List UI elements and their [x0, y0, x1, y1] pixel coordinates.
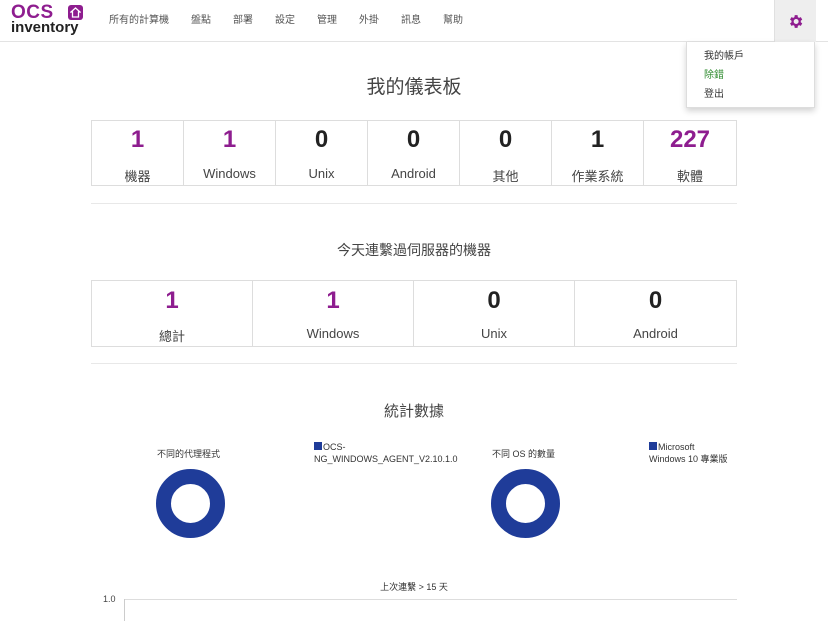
- logo-inventory-text: inventory: [11, 19, 79, 36]
- today-contact-title: 今天連繫過伺服器的機器: [337, 242, 491, 258]
- stat-label: Android: [633, 326, 678, 341]
- os-donut-slice[interactable]: [491, 469, 560, 538]
- legend-entry-cont: NG_WINDOWS_AGENT_V2.10.1.0: [314, 453, 458, 465]
- divider: [91, 363, 737, 364]
- stat-value: 1: [326, 287, 340, 314]
- stat-machines[interactable]: 1 機器: [92, 121, 184, 185]
- stat-value: 227: [669, 126, 711, 153]
- stat-value: 0: [487, 287, 501, 314]
- agents-chart-legend[interactable]: OCS- NG_WINDOWS_AGENT_V2.10.1.0: [314, 441, 458, 465]
- stat-value: 1: [165, 287, 179, 314]
- legend-text-line1: Microsoft: [658, 442, 695, 452]
- nav-configuration[interactable]: 設定: [264, 0, 306, 42]
- statistics-title: 統計數據: [383, 403, 444, 420]
- house-icon: [68, 5, 83, 20]
- y-axis-tick: 1.0: [103, 594, 116, 604]
- ocs-logo[interactable]: OCS inventory: [10, 3, 88, 38]
- stat-value: 0: [406, 126, 421, 153]
- stat-label: 其他: [492, 169, 519, 184]
- dashboard-stats: 1 機器 1 Windows 0 Unix 0 Android 0 其他 1 作…: [91, 120, 737, 186]
- legend-text-line1: OCS-: [323, 442, 346, 452]
- stat-android[interactable]: 0 Android: [368, 121, 460, 185]
- nav-plugins[interactable]: 外掛: [348, 0, 390, 42]
- nav-all-computers[interactable]: 所有的計算機: [98, 0, 180, 42]
- legend-text-line2: NG_WINDOWS_AGENT_V2.10.1.0: [314, 454, 458, 464]
- agents-donut-slice[interactable]: [156, 469, 225, 538]
- stat-other[interactable]: 0 其他: [460, 121, 552, 185]
- stat-value: 1: [590, 126, 605, 153]
- stat-label: 作業系統: [571, 169, 624, 184]
- stat-label: Unix: [480, 326, 507, 341]
- last-contact-title: 上次連繫 > 15 天: [380, 582, 448, 592]
- nav-inventory[interactable]: 盤點: [180, 0, 222, 42]
- stat-windows[interactable]: 1 Windows: [184, 121, 276, 185]
- stat-unix[interactable]: 0 Unix: [276, 121, 368, 185]
- top-navbar: OCS inventory 所有的計算機 盤點 部署 設定 管理 外掛 訊息 幫…: [0, 0, 828, 42]
- nav-messages[interactable]: 訊息: [390, 0, 432, 42]
- stat-value: 1: [222, 126, 237, 153]
- legend-text-line2: Windows 10 專業版: [649, 454, 728, 464]
- today-stat-android[interactable]: 0 Android: [575, 281, 736, 346]
- agents-donut-chart[interactable]: [155, 468, 226, 539]
- legend-entry-cont: Windows 10 專業版: [649, 453, 728, 465]
- nav-help[interactable]: 幫助: [432, 0, 474, 42]
- stat-value: 0: [648, 287, 663, 314]
- stat-label: Windows: [203, 166, 256, 181]
- stat-label: Android: [391, 166, 436, 181]
- chart-gridline: [124, 599, 737, 600]
- stat-label: Unix: [308, 166, 335, 181]
- legend-swatch: [649, 442, 657, 450]
- today-stat-windows[interactable]: 1 Windows: [253, 281, 414, 346]
- nav-manage[interactable]: 管理: [306, 0, 348, 42]
- nav-deployment[interactable]: 部署: [222, 0, 264, 42]
- today-contact-stats: 1 總計 1 Windows 0 Unix 0 Android: [91, 280, 737, 347]
- main-menu: 所有的計算機 盤點 部署 設定 管理 外掛 訊息 幫助: [98, 0, 474, 42]
- today-stat-unix[interactable]: 0 Unix: [414, 281, 575, 346]
- stat-value: 0: [314, 126, 329, 153]
- stat-value: 1: [130, 126, 145, 153]
- settings-gear-button[interactable]: [774, 0, 816, 42]
- legend-swatch: [314, 442, 322, 450]
- os-donut-chart[interactable]: [490, 468, 561, 539]
- gear-icon: [790, 14, 803, 28]
- chart-y-axis: [124, 599, 125, 621]
- stat-value: 0: [498, 126, 513, 153]
- stat-label: Windows: [306, 326, 360, 341]
- menu-my-account[interactable]: 我的帳戶: [687, 47, 814, 66]
- today-stat-total[interactable]: 1 總計: [92, 281, 253, 346]
- os-chart-legend[interactable]: Microsoft Windows 10 專業版: [649, 441, 728, 465]
- stat-software[interactable]: 227 軟體: [644, 121, 736, 185]
- stat-label: 機器: [124, 169, 151, 184]
- dashboard-title: 我的儀表板: [366, 77, 462, 98]
- legend-entry: OCS-: [314, 441, 458, 453]
- legend-entry: Microsoft: [649, 441, 728, 453]
- os-chart-title: 不同 OS 的數量: [492, 449, 556, 459]
- agents-chart-title: 不同的代理程式: [157, 449, 221, 459]
- divider: [91, 203, 737, 204]
- stat-label: 軟體: [676, 169, 703, 184]
- stat-os[interactable]: 1 作業系統: [552, 121, 644, 185]
- stat-label: 總計: [158, 329, 185, 344]
